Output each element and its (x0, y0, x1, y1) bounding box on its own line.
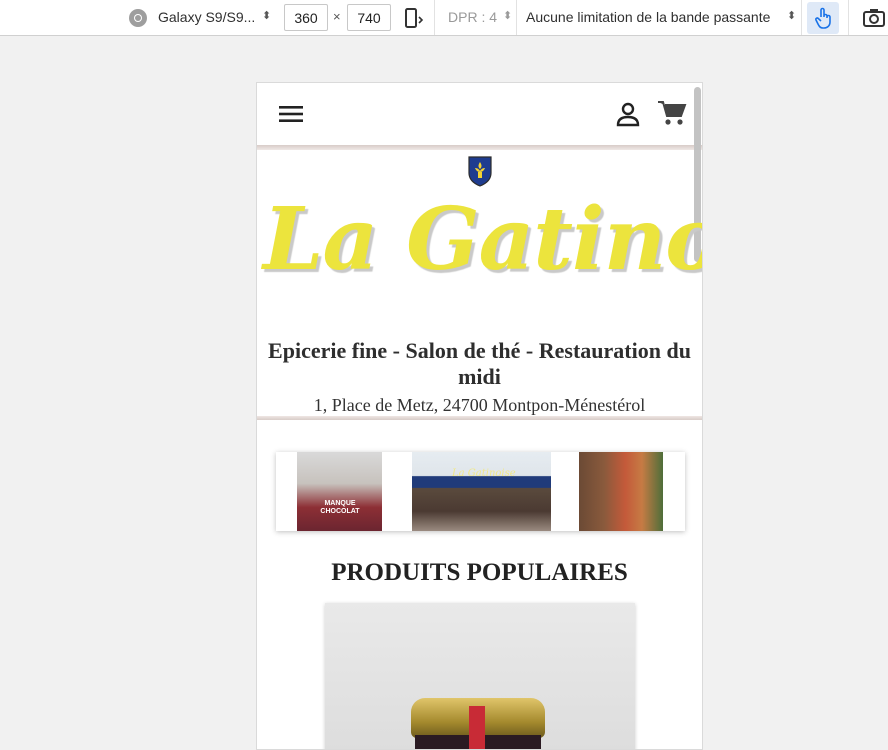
carousel-slide-chocolate[interactable]: MANQUE CHOCOLAT (297, 452, 382, 531)
slide-caption: MANQUE CHOCOLAT (320, 500, 360, 515)
touch-toggle-button[interactable] (807, 2, 839, 34)
dimension-separator: × (333, 9, 341, 24)
dpr-select[interactable]: DPR : 4 (448, 9, 497, 25)
cart-icon[interactable] (657, 99, 687, 127)
address: 1, Place de Metz, 24700 Montpon-Ménestér… (313, 395, 646, 415)
touch-icon (815, 7, 831, 29)
chrome-icon (129, 9, 147, 27)
width-input[interactable]: 360 (284, 4, 328, 31)
devtools-device-toolbar: Galaxy S9/S9... ⬍ 360 × 740 DPR : 4 ⬍ Au… (0, 0, 888, 36)
chevron-updown-icon[interactable]: ⬍ (262, 9, 271, 22)
section-divider (257, 416, 702, 420)
storefront-sign: La Gatinoise (452, 468, 516, 479)
rotate-icon[interactable] (403, 7, 425, 29)
carousel-slide-interior[interactable] (579, 452, 663, 531)
product-image-seal (469, 706, 485, 749)
section-title: PRODUITS POPULAIRES (331, 559, 628, 586)
brand-title[interactable]: La Gatinoise (263, 189, 702, 290)
chevron-updown-icon[interactable]: ⬍ (503, 9, 512, 22)
account-icon[interactable] (616, 101, 640, 127)
chevron-updown-icon[interactable]: ⬍ (787, 9, 796, 22)
device-select[interactable]: Galaxy S9/S9... (158, 9, 255, 25)
product-card[interactable] (325, 603, 635, 749)
carousel-slide-storefront[interactable]: La Gatinoise (412, 452, 551, 531)
toolbar-divider (434, 0, 435, 35)
screenshot-icon[interactable] (862, 7, 886, 29)
hamburger-menu-icon[interactable] (279, 104, 303, 124)
height-input[interactable]: 740 (347, 4, 391, 31)
header-divider (257, 145, 702, 150)
image-carousel[interactable]: MANQUE CHOCOLAT La Gatinoise (276, 452, 685, 531)
toolbar-divider (801, 0, 802, 35)
throttling-select[interactable]: Aucune limitation de la bande passante (526, 9, 770, 25)
tagline: Epicerie fine - Salon de thé - Restaurat… (268, 338, 691, 389)
device-viewport: La Gatinoise Epicerie fine - Salon de th… (256, 82, 703, 750)
crest-logo-icon (468, 156, 492, 187)
toolbar-divider (848, 0, 849, 35)
toolbar-divider (516, 0, 517, 35)
site-header (257, 83, 702, 145)
